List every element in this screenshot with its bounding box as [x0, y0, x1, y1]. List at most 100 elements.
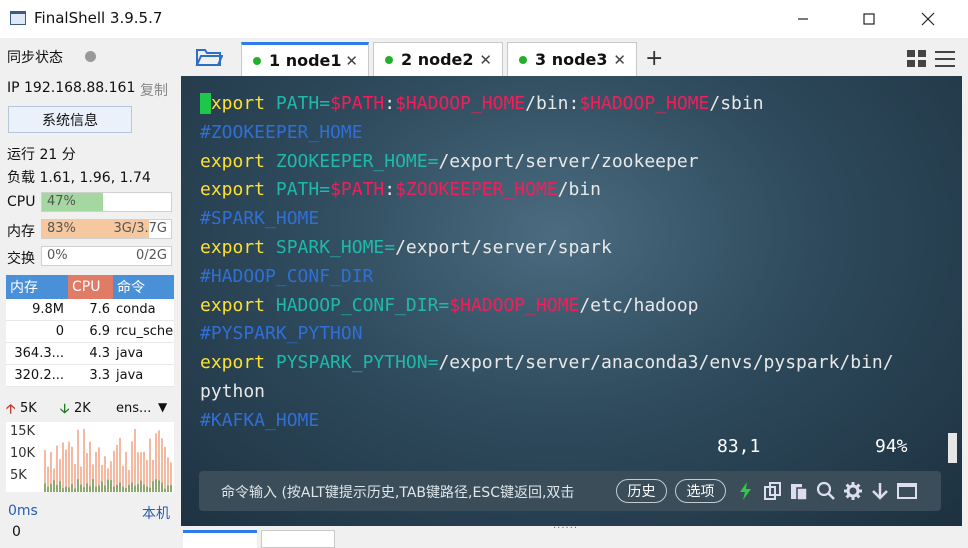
terminal-line: python	[200, 381, 266, 402]
memory-label: 内存	[7, 224, 35, 240]
network-traffic-graph: 15K 10K 5K	[6, 422, 174, 492]
host-label[interactable]: 本机	[142, 503, 170, 523]
terminal-line: export PYSPARK_PYTHON=/export/server/ana…	[200, 352, 894, 374]
download-bar	[98, 485, 100, 492]
download-bar	[170, 485, 172, 492]
process-row[interactable]: 9.8M 7.6 conda	[6, 299, 174, 321]
column-memory[interactable]: 内存	[6, 275, 68, 299]
process-table-header: 内存 CPU 命令	[6, 275, 174, 299]
menu-icon[interactable]	[935, 50, 955, 68]
options-button[interactable]: 选项	[675, 479, 726, 503]
download-bar	[137, 484, 139, 492]
process-row[interactable]: 364.3... 4.3 java	[6, 343, 174, 365]
tab-node3[interactable]: 3 node3 ✕	[507, 42, 637, 76]
app-icon	[10, 11, 26, 25]
process-cpu: 3.3	[89, 368, 110, 383]
process-row[interactable]: 0 6.9 rcu_sche	[6, 321, 174, 343]
terminal-line: export ZOOKEEPER_HOME=/export/server/zoo…	[200, 150, 699, 172]
connected-dot	[519, 55, 527, 64]
cpu-meter: 47%	[41, 192, 172, 212]
open-folder-button[interactable]	[195, 46, 224, 72]
gear-icon[interactable]	[843, 481, 863, 501]
tab-node1[interactable]: 1 node1 ✕	[241, 42, 369, 76]
download-bar	[101, 481, 103, 492]
sync-status-indicator	[85, 51, 96, 62]
download-bar	[143, 484, 145, 492]
bottom-tab[interactable]	[261, 530, 335, 548]
terminal-line: export SPARK_HOME=/export/server/spark	[200, 237, 612, 258]
arrow-down-icon[interactable]	[870, 481, 890, 501]
system-info-button[interactable]: 系统信息	[8, 106, 132, 133]
download-bar	[56, 484, 58, 492]
maximize-button[interactable]	[846, 4, 892, 34]
process-command: conda	[116, 302, 156, 317]
fullscreen-icon[interactable]	[897, 481, 917, 501]
minimize-button[interactable]	[780, 4, 826, 34]
download-bar	[113, 486, 115, 492]
terminal-line: export PATH=$PATH:$HADOOP_HOME/bin:$HADO…	[200, 93, 764, 114]
new-tab-plus-icon[interactable]: +	[645, 46, 663, 71]
download-bar	[92, 479, 94, 492]
download-bar	[158, 480, 160, 492]
network-interface-select[interactable]: ens...	[116, 401, 151, 416]
memory-percent: 83%	[47, 221, 76, 236]
download-bar	[134, 485, 136, 492]
command-input[interactable]: 命令输入 (按ALT键提示历史,TAB键路径,ESC键返回,双击	[221, 482, 611, 502]
download-bar	[116, 484, 118, 492]
upload-bar	[116, 444, 118, 492]
copy-icon[interactable]	[763, 481, 783, 501]
memory-detail: 3G/3.7G	[113, 221, 167, 236]
close-window-button[interactable]	[905, 4, 951, 34]
download-bar	[119, 482, 121, 492]
download-bar	[65, 486, 67, 492]
terminal-scrollbar[interactable]	[948, 433, 957, 463]
terminal[interactable]: export PATH=$PATH:$HADOOP_HOME/bin:$HADO…	[181, 76, 962, 526]
download-bar	[161, 482, 163, 492]
lightning-icon[interactable]	[736, 481, 756, 501]
upload-bar	[74, 464, 76, 492]
process-row[interactable]: 320.2... 3.3 java	[6, 365, 174, 387]
upload-bar	[89, 441, 91, 492]
history-button[interactable]: 历史	[616, 479, 667, 503]
upload-bar	[68, 441, 70, 492]
tab-node2[interactable]: 2 node2 ✕	[373, 42, 503, 76]
tab-label: 2 node2	[401, 50, 474, 69]
column-command[interactable]: 命令	[113, 275, 174, 299]
column-cpu[interactable]: CPU	[68, 275, 113, 299]
download-bar	[95, 486, 97, 492]
swap-detail: 0/2G	[136, 248, 167, 263]
terminal-line: #HADOOP_CONF_DIR	[200, 265, 374, 287]
upload-bar	[62, 442, 64, 492]
download-bar	[107, 479, 109, 492]
upload-bar	[134, 429, 136, 492]
arrow-up-icon: 🡡	[6, 402, 16, 417]
download-bar	[125, 488, 127, 492]
download-bar	[128, 484, 130, 492]
close-tab-icon[interactable]: ✕	[345, 52, 358, 70]
bottom-tab-active[interactable]	[183, 530, 257, 548]
axis-label-10k: 10K	[10, 446, 36, 461]
copy-ip-link[interactable]: 复制	[140, 80, 168, 100]
cursor-position: 83,1	[717, 436, 761, 457]
download-bar	[110, 480, 112, 492]
paste-icon[interactable]	[789, 481, 809, 501]
search-icon[interactable]	[816, 481, 836, 501]
download-bar	[164, 488, 166, 492]
download-bar	[152, 481, 154, 492]
process-memory: 9.8M	[32, 302, 64, 317]
upload-bar	[98, 447, 100, 492]
close-tab-icon[interactable]: ✕	[479, 51, 492, 69]
close-tab-icon[interactable]: ✕	[613, 51, 626, 69]
chevron-down-icon[interactable]: ▼	[158, 400, 167, 414]
terminal-line: export HADOOP_CONF_DIR=$HADOOP_HOME/etc/…	[200, 294, 699, 316]
process-table: 内存 CPU 命令 9.8M 7.6 conda 0 6.9 rcu_sche …	[6, 275, 174, 387]
maximize-icon	[863, 13, 875, 25]
splitter-handle[interactable]: ......	[553, 520, 578, 531]
upload-bar	[83, 428, 85, 492]
memory-meter: 83% 3G/3.7G	[41, 219, 172, 239]
swap-percent: 0%	[47, 248, 68, 263]
cpu-label: CPU	[7, 194, 36, 210]
process-command: java	[116, 368, 144, 383]
swap-meter: 0% 0/2G	[41, 246, 172, 266]
layout-grid-icon[interactable]	[907, 50, 927, 68]
